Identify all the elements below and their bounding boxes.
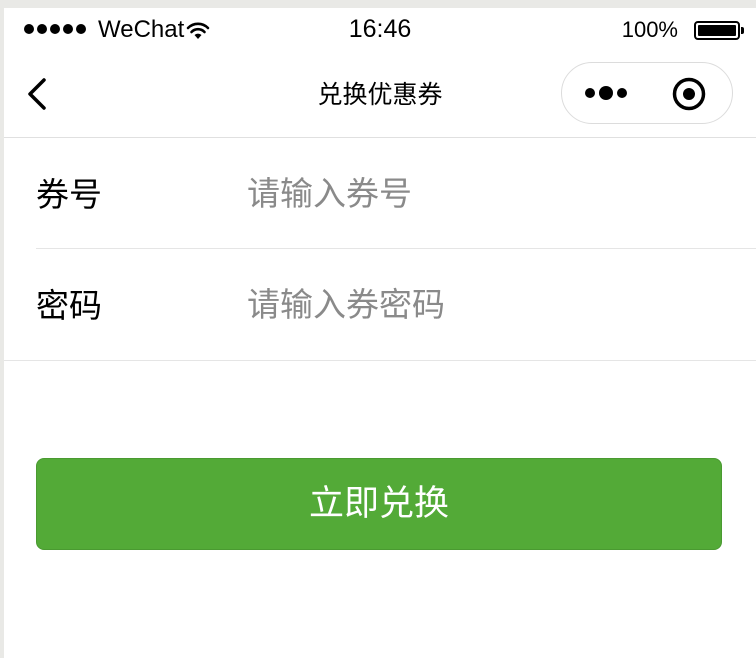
redeem-button[interactable]: 立即兑换	[36, 458, 722, 550]
coupon-number-input[interactable]	[247, 168, 727, 220]
app-screen: WeChat 16:46 100% 兑换优惠券 券号 请输入券号 密码 请输入券…	[4, 8, 756, 658]
redeem-form: 券号 密码	[4, 138, 756, 361]
more-dots-icon[interactable]	[582, 80, 630, 106]
navigation-bar: 兑换优惠券	[4, 52, 756, 138]
password-row: 密码	[4, 249, 756, 361]
status-bar: WeChat 16:46 100%	[4, 8, 756, 52]
battery-icon	[694, 21, 744, 40]
coupon-number-row: 券号	[4, 138, 756, 249]
mini-program-capsule	[561, 62, 733, 124]
target-circle-icon[interactable]	[672, 77, 706, 111]
coupon-number-label: 券号	[36, 176, 102, 213]
battery-percentage: 100%	[621, 17, 678, 42]
password-input[interactable]	[247, 279, 727, 331]
password-label: 密码	[36, 287, 102, 324]
